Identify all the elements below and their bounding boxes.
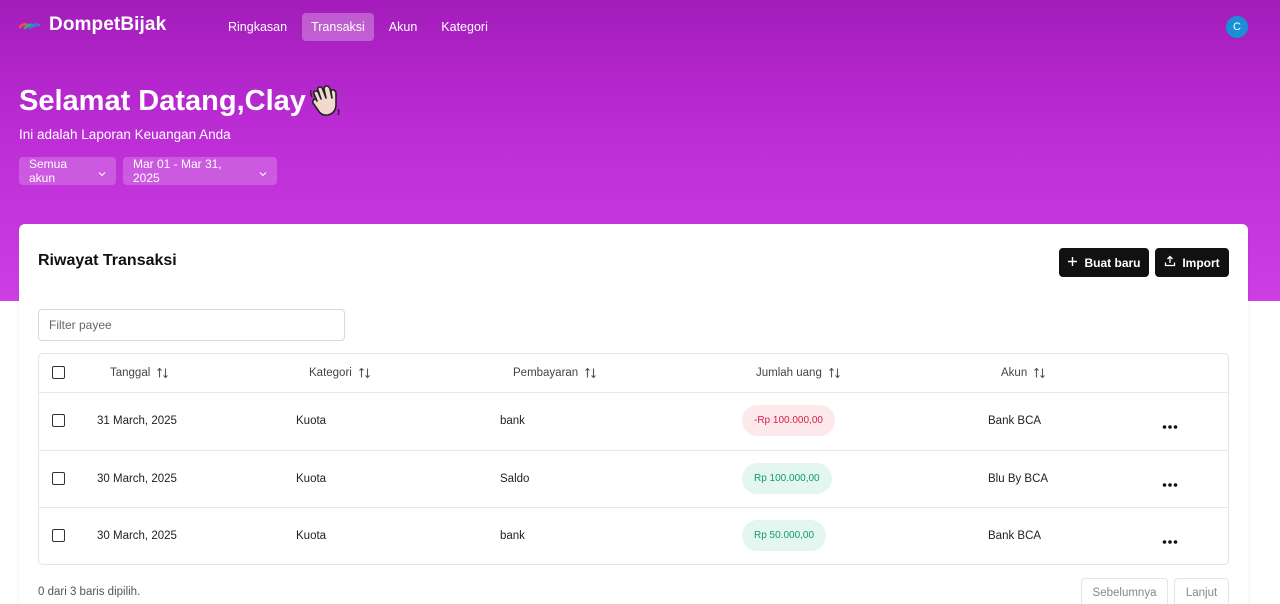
welcome-subtitle: Ini adalah Laporan Keuangan Anda xyxy=(19,127,231,142)
date-range-button[interactable]: Mar 01 - Mar 31, 2025 xyxy=(123,157,277,185)
more-options-icon[interactable] xyxy=(1162,532,1178,544)
column-header-pembayaran[interactable]: Pembayaran xyxy=(513,367,597,379)
waving-hand-icon xyxy=(308,84,342,118)
more-options-icon[interactable] xyxy=(1162,417,1178,429)
brand[interactable]: DompetBijak xyxy=(18,14,167,36)
sort-icon xyxy=(156,367,169,379)
upload-icon xyxy=(1164,255,1176,270)
row-checkbox[interactable] xyxy=(52,472,65,485)
create-new-label: Buat baru xyxy=(1084,255,1141,270)
table-row[interactable]: 30 March, 2025 Kuota Saldo Rp 100.000,00… xyxy=(39,451,1228,508)
sort-icon xyxy=(584,367,597,379)
column-header-kategori[interactable]: Kategori xyxy=(309,367,371,379)
column-label: Tanggal xyxy=(110,367,151,379)
select-all-checkbox[interactable] xyxy=(52,366,65,379)
nav-item-ringkasan[interactable]: Ringkasan xyxy=(219,13,296,41)
selection-count: 0 dari 3 baris dipilih. xyxy=(38,586,141,598)
column-header-jumlah-uang[interactable]: Jumlah uang xyxy=(756,367,841,379)
amount-badge: Rp 50.000,00 xyxy=(742,520,827,551)
sort-icon xyxy=(1033,367,1046,379)
nav-item-kategori[interactable]: Kategori xyxy=(432,13,497,41)
account-filter-label: Semua akun xyxy=(29,157,68,185)
row-category: Kuota xyxy=(296,415,327,427)
row-account: Blu By BCA xyxy=(988,473,1049,485)
transactions-table: Tanggal Kategori Pembayaran Jumlah uang … xyxy=(38,353,1229,565)
more-options-icon[interactable] xyxy=(1162,475,1178,487)
card-title: Riwayat Transaksi xyxy=(38,252,177,269)
plus-icon xyxy=(1067,256,1078,270)
chevron-down-icon xyxy=(259,167,267,177)
sort-icon xyxy=(358,367,371,379)
row-payee: bank xyxy=(500,530,525,542)
wallet-logo-icon xyxy=(18,19,41,31)
nav-links: Ringkasan Transaksi Akun Kategori xyxy=(219,13,497,41)
filter-payee-input[interactable] xyxy=(38,309,345,341)
import-label: Import xyxy=(1182,255,1220,270)
welcome-text: Selamat Datang,Clay xyxy=(19,84,306,117)
create-new-button[interactable]: Buat baru xyxy=(1059,248,1149,277)
row-account: Bank BCA xyxy=(988,530,1042,542)
nav-item-akun[interactable]: Akun xyxy=(380,13,427,41)
row-account: Bank BCA xyxy=(988,415,1042,427)
amount-badge: Rp 100.000,00 xyxy=(742,463,832,494)
row-payee: bank xyxy=(500,415,525,427)
column-label: Jumlah uang xyxy=(756,367,822,379)
avatar[interactable]: C xyxy=(1226,16,1248,38)
welcome-heading: Selamat Datang,Clay xyxy=(19,84,342,118)
table-row[interactable]: 31 March, 2025 Kuota bank -Rp 100.000,00… xyxy=(39,393,1228,451)
column-header-tanggal[interactable]: Tanggal xyxy=(110,367,169,379)
table-row[interactable]: 30 March, 2025 Kuota bank Rp 50.000,00 B… xyxy=(39,508,1228,564)
row-date: 30 March, 2025 xyxy=(97,530,177,542)
amount-badge: -Rp 100.000,00 xyxy=(742,405,835,436)
previous-page-button[interactable]: Sebelumnya xyxy=(1081,578,1168,604)
row-payee: Saldo xyxy=(500,473,530,485)
date-range-label: Mar 01 - Mar 31, 2025 xyxy=(133,157,222,185)
brand-name: DompetBijak xyxy=(49,14,167,35)
column-header-akun[interactable]: Akun xyxy=(1001,367,1046,379)
column-label: Akun xyxy=(1001,367,1028,379)
row-category: Kuota xyxy=(296,530,327,542)
top-nav: DompetBijak Ringkasan Transaksi Akun Kat… xyxy=(0,0,1280,54)
nav-item-transaksi[interactable]: Transaksi xyxy=(302,13,374,41)
column-label: Kategori xyxy=(309,367,352,379)
row-date: 31 March, 2025 xyxy=(97,415,177,427)
account-filter-button[interactable]: Semua akun xyxy=(19,157,116,185)
row-category: Kuota xyxy=(296,473,327,485)
transactions-card: Riwayat Transaksi Buat baru Import Tangg… xyxy=(19,224,1248,604)
import-button[interactable]: Import xyxy=(1155,248,1229,277)
row-checkbox[interactable] xyxy=(52,414,65,427)
next-page-button[interactable]: Lanjut xyxy=(1174,578,1229,604)
chevron-down-icon xyxy=(98,167,106,177)
row-checkbox[interactable] xyxy=(52,529,65,542)
row-date: 30 March, 2025 xyxy=(97,473,177,485)
column-label: Pembayaran xyxy=(513,367,579,379)
sort-icon xyxy=(828,367,841,379)
table-header-row: Tanggal Kategori Pembayaran Jumlah uang … xyxy=(39,354,1228,393)
